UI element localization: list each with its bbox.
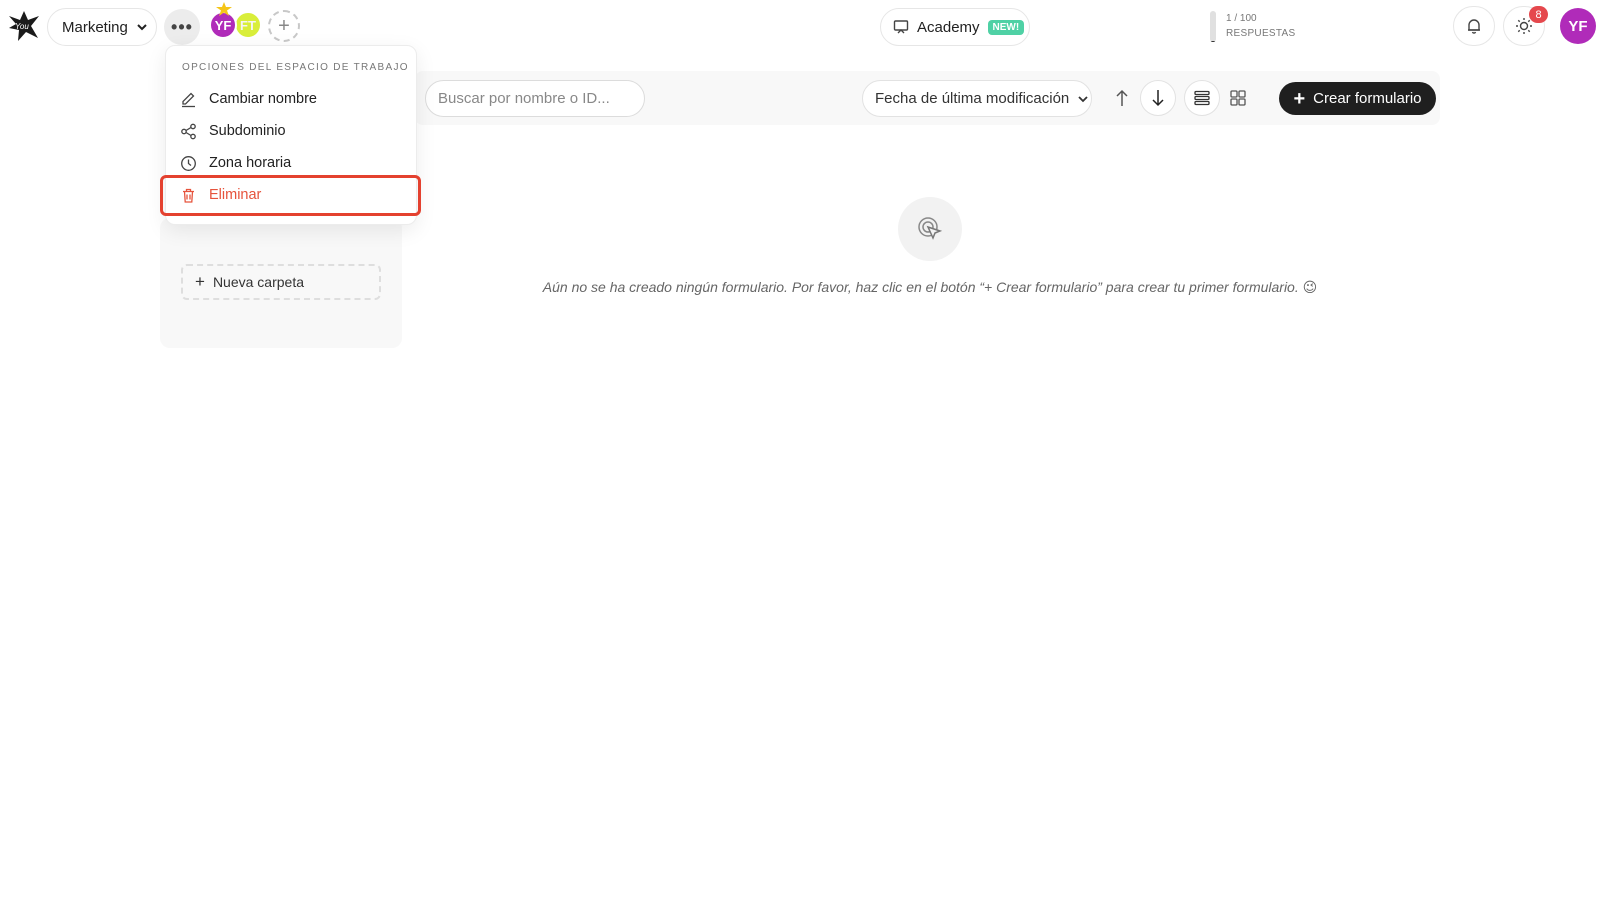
add-member-button[interactable]: + xyxy=(268,10,300,42)
academy-label: Academy xyxy=(917,18,980,36)
bell-icon xyxy=(1468,19,1480,34)
pointer-click-icon xyxy=(918,217,943,240)
share-nodes-icon xyxy=(181,123,196,139)
user-avatar[interactable]: YF xyxy=(1560,8,1596,44)
ellipsis-icon: ••• xyxy=(171,16,193,37)
grid-view-button[interactable] xyxy=(1220,80,1256,116)
delete-highlight-outline xyxy=(160,175,421,216)
plus-icon: + xyxy=(1293,87,1306,110)
list-icon xyxy=(1194,90,1210,106)
academy-button[interactable]: Academy NEW! xyxy=(880,8,1030,46)
empty-state-message: Aún no se ha creado ningún formulario. P… xyxy=(542,279,1318,295)
workspace-name: Marketing xyxy=(62,18,128,36)
new-folder-label: Nueva carpeta xyxy=(212,274,304,290)
arrow-up-icon xyxy=(1116,89,1128,106)
owner-star-icon xyxy=(216,2,232,16)
new-badge: NEW! xyxy=(987,19,1025,35)
app-logo[interactable]: You xyxy=(6,8,42,44)
create-form-button[interactable]: + Crear formulario xyxy=(1279,82,1436,115)
member-avatar[interactable]: FT xyxy=(234,11,262,39)
chevron-down-icon xyxy=(1078,95,1088,102)
plus-icon: + xyxy=(195,272,205,291)
search-input[interactable] xyxy=(425,80,645,117)
menu-header: OPCIONES DEL ESPACIO DE TRABAJO xyxy=(182,62,409,73)
arrow-down-icon xyxy=(1152,90,1164,107)
sort-ascending-button[interactable] xyxy=(1104,80,1140,116)
clock-icon xyxy=(181,155,196,171)
list-view-button[interactable] xyxy=(1184,80,1220,116)
menu-item-subdomain[interactable]: Subdominio xyxy=(180,117,410,145)
svg-text:You: You xyxy=(15,22,29,31)
notifications-button[interactable] xyxy=(1453,6,1495,46)
menu-item-timezone[interactable]: Zona horaria xyxy=(180,149,410,177)
menu-item-rename[interactable]: Cambiar nombre xyxy=(180,85,410,113)
grid-icon xyxy=(1230,90,1246,106)
responses-progress xyxy=(1210,11,1216,42)
workspace-options-button[interactable]: ••• xyxy=(164,9,200,45)
workspace-selector[interactable]: Marketing xyxy=(47,8,157,46)
sort-selected-label: Fecha de última modificación xyxy=(875,90,1070,107)
empty-state-illustration xyxy=(898,197,962,261)
responses-count: 1 / 100 xyxy=(1226,13,1257,24)
notification-count-badge: 8 xyxy=(1529,6,1548,23)
chevron-down-icon xyxy=(137,24,147,31)
responses-label: RESPUESTAS xyxy=(1226,28,1296,39)
pencil-icon xyxy=(182,92,195,107)
sort-descending-button[interactable] xyxy=(1140,80,1176,116)
sort-select[interactable]: Fecha de última modificación xyxy=(862,80,1092,117)
create-form-label: Crear formulario xyxy=(1313,90,1422,107)
plus-icon: + xyxy=(278,14,290,37)
new-folder-button[interactable]: + Nueva carpeta xyxy=(181,264,381,300)
presentation-icon xyxy=(893,20,909,34)
